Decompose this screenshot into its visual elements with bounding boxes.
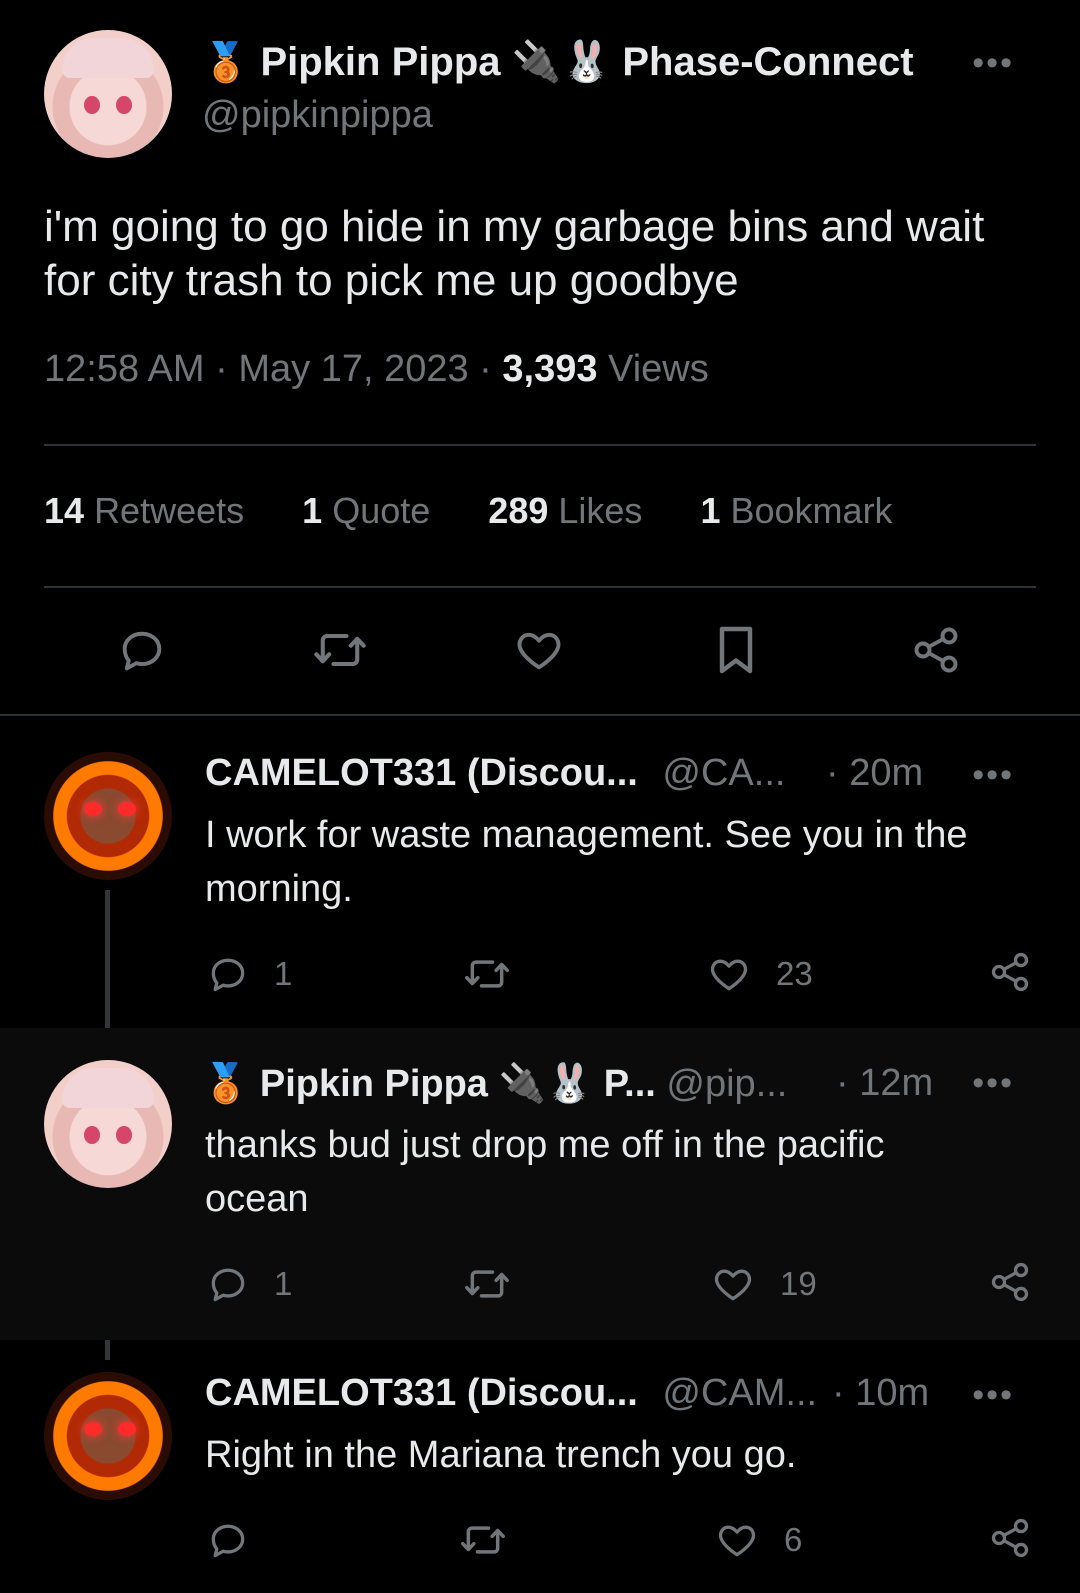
- likes-label: Likes: [558, 490, 643, 531]
- author-handle[interactable]: @pip...: [666, 1063, 787, 1105]
- views-count: 3,393: [502, 348, 598, 390]
- author-name[interactable]: Pipkin Pippa: [260, 40, 500, 84]
- retweet-icon[interactable]: [312, 624, 368, 676]
- divider: [0, 714, 1080, 716]
- author-affiliation: Phase-Connect: [622, 40, 914, 84]
- avatar[interactable]: [44, 1060, 172, 1188]
- share-icon[interactable]: [910, 624, 962, 676]
- like-icon[interactable]: [512, 624, 566, 676]
- retweet-icon[interactable]: [458, 1518, 508, 1562]
- author-name[interactable]: Pipkin Pippa: [260, 1063, 488, 1105]
- divider: [44, 444, 1036, 446]
- retweet-icon[interactable]: [462, 1262, 512, 1306]
- avatar[interactable]: [44, 30, 172, 158]
- rabbit-icon: 🐰: [561, 40, 612, 84]
- author-row: CAMELOT331 (Discou... @CA...: [205, 752, 785, 795]
- reply-time[interactable]: · 12m: [836, 1062, 933, 1105]
- more-options-icon[interactable]: •••: [972, 1376, 1014, 1415]
- author-row: 🥉 Pipkin Pippa 🔌🐰 P... @pip...: [202, 1062, 787, 1106]
- reply-tweet[interactable]: 🥉 Pipkin Pippa 🔌🐰 P... @pip... · 12m •••…: [0, 1028, 1080, 1340]
- reply-time[interactable]: · 10m: [832, 1372, 929, 1415]
- retweet-icon[interactable]: [462, 952, 512, 996]
- reply-time[interactable]: · 20m: [826, 752, 923, 795]
- share-icon[interactable]: [988, 1516, 1032, 1560]
- like-count: 23: [776, 955, 813, 992]
- plug-icon: 🔌: [511, 40, 562, 84]
- reply-text-line: I work for waste management. See you in …: [205, 814, 968, 856]
- divider: [44, 586, 1036, 588]
- author-affiliation: P...: [603, 1063, 656, 1105]
- thread-line: [105, 890, 110, 1048]
- retweets-count: 14: [44, 490, 85, 531]
- tweet-text-line: i'm going to go hide in my garbage bins …: [44, 202, 985, 251]
- tweet-date[interactable]: May 17, 2023: [238, 348, 468, 390]
- tweet-text-line: for city trash to pick me up goodbye: [44, 256, 739, 305]
- share-icon[interactable]: [988, 950, 1032, 994]
- medal-icon: 🥉: [202, 42, 250, 84]
- reply-text: Right in the Mariana trench you go.: [205, 1434, 797, 1476]
- bookmark-label: Bookmark: [730, 490, 893, 531]
- quote-label: Quote: [332, 490, 431, 531]
- avatar[interactable]: [44, 1372, 172, 1500]
- tweet-text: i'm going to go hide in my garbage bins …: [44, 200, 984, 308]
- share-icon[interactable]: [988, 1260, 1032, 1304]
- author-name[interactable]: CAMELOT331 (Discou...: [205, 1372, 638, 1414]
- medal-icon: 🥉: [202, 1063, 250, 1105]
- reply-icon[interactable]: [206, 1518, 250, 1562]
- reply-text: thanks bud just drop me off in the pacif…: [205, 1118, 884, 1226]
- more-options-icon[interactable]: •••: [972, 44, 1014, 83]
- tweet-stats: 14 Retweets 1 Quote 289 Likes 1 Bookmark: [44, 490, 893, 532]
- like-icon[interactable]: [710, 1262, 756, 1306]
- reply-icon[interactable]: [116, 624, 168, 676]
- reply-text-line: morning.: [205, 868, 353, 910]
- author-row: CAMELOT331 (Discou... @CAM...: [205, 1372, 817, 1415]
- retweets-stat[interactable]: 14 Retweets: [44, 490, 244, 531]
- views-label: Views: [608, 348, 709, 390]
- retweets-label: Retweets: [94, 490, 245, 531]
- author-row: 🥉 Pipkin Pippa 🔌🐰 Phase-Connect: [202, 38, 914, 85]
- like-icon[interactable]: [706, 952, 752, 996]
- like-icon[interactable]: [714, 1518, 760, 1562]
- author-handle[interactable]: @CA...: [662, 752, 785, 794]
- likes-count: 289: [488, 490, 549, 531]
- more-options-icon[interactable]: •••: [972, 1064, 1014, 1103]
- reply-text-line: ocean: [205, 1178, 309, 1220]
- tweet-time[interactable]: 12:58 AM: [44, 348, 205, 390]
- avatar[interactable]: [44, 752, 172, 880]
- likes-stat[interactable]: 289 Likes: [488, 490, 642, 531]
- bookmark-icon[interactable]: [712, 622, 760, 678]
- author-name[interactable]: CAMELOT331 (Discou...: [205, 752, 638, 794]
- quote-count: 1: [302, 490, 323, 531]
- quote-stat[interactable]: 1 Quote: [302, 490, 430, 531]
- like-count: 19: [780, 1265, 817, 1302]
- reply-count: 1: [274, 1265, 293, 1302]
- like-count: 6: [784, 1521, 803, 1558]
- reply-count: 1: [274, 955, 293, 992]
- reply-icon[interactable]: [206, 1262, 250, 1306]
- bookmark-stat[interactable]: 1 Bookmark: [700, 490, 892, 531]
- more-options-icon[interactable]: •••: [972, 756, 1014, 795]
- plug-icon: 🔌: [498, 1063, 546, 1105]
- bookmark-count: 1: [700, 490, 721, 531]
- reply-text: I work for waste management. See you in …: [205, 808, 968, 916]
- tweet-meta: 12:58 AM · May 17, 2023 · 3,393 Views: [44, 348, 709, 390]
- author-handle[interactable]: @pipkinpippa: [202, 94, 433, 137]
- author-handle[interactable]: @CAM...: [662, 1372, 817, 1414]
- rabbit-icon: 🐰: [545, 1063, 594, 1105]
- reply-text-line: thanks bud just drop me off in the pacif…: [205, 1124, 885, 1166]
- reply-icon[interactable]: [206, 952, 250, 996]
